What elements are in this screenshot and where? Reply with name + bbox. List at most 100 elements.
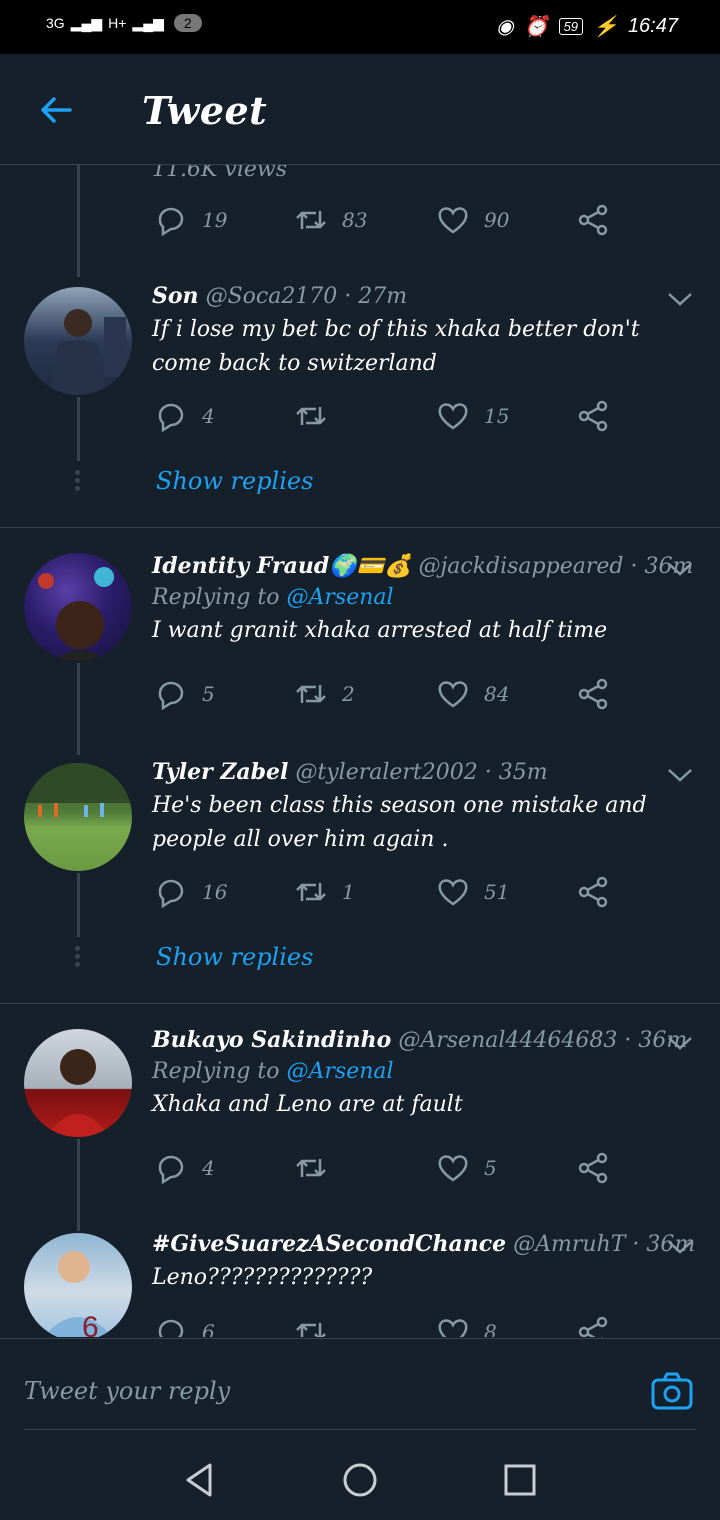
- share-button[interactable]: [576, 1151, 610, 1185]
- share-button[interactable]: [576, 203, 610, 237]
- replying-to-label: Replying to: [152, 585, 280, 610]
- replying-to-handle[interactable]: @Arsenal: [287, 585, 394, 610]
- reply-button[interactable]: 19: [154, 203, 227, 237]
- author-handle[interactable]: @Soca2170: [206, 284, 338, 309]
- author-name[interactable]: #GiveSuarezASecondChance: [152, 1231, 506, 1257]
- share-button[interactable]: [576, 1315, 610, 1337]
- reply-input[interactable]: Tweet your reply: [24, 1377, 230, 1405]
- charging-icon: ⚡: [593, 16, 618, 38]
- back-nav-icon[interactable]: [180, 1460, 220, 1500]
- share-button[interactable]: [576, 875, 610, 909]
- tweet-header: Tyler Zabel @tyleralert2002 · 35m: [152, 759, 704, 785]
- like-count: 5: [484, 1156, 497, 1180]
- like-button[interactable]: 51: [436, 875, 509, 909]
- tweet-text: If i lose my bet bc of this xhaka better…: [152, 317, 640, 376]
- recents-nav-icon[interactable]: [500, 1460, 540, 1500]
- tweet-text: Xhaka and Leno are at fault: [152, 1092, 463, 1117]
- author-handle[interactable]: @AmruhT: [513, 1232, 625, 1257]
- tweet-actions: 16 1 51: [154, 875, 624, 915]
- author-handle[interactable]: @Arsenal44464683: [398, 1028, 617, 1053]
- author-name[interactable]: Identity Fraud🌍💳💰: [152, 553, 411, 579]
- retweet-button[interactable]: [294, 1151, 342, 1185]
- like-button[interactable]: 5: [436, 1151, 497, 1185]
- tweet-actions: 5 2 84: [154, 677, 624, 717]
- thread-line: [77, 873, 80, 937]
- share-icon: [578, 678, 608, 710]
- battery-indicator: 59: [558, 18, 584, 35]
- reply-count: 16: [202, 880, 228, 904]
- replying-to-handle[interactable]: @Arsenal: [287, 1059, 394, 1084]
- retweet-button[interactable]: 2: [294, 677, 355, 711]
- reply-count: 19: [202, 208, 228, 232]
- show-replies-link[interactable]: Show replies: [156, 467, 313, 495]
- back-arrow-icon[interactable]: [36, 90, 76, 130]
- tweet-text: I want granit xhaka arrested at half tim…: [152, 618, 608, 643]
- thread-line: [77, 397, 80, 461]
- thread-line: [77, 663, 80, 755]
- reply-button[interactable]: 4: [154, 399, 215, 433]
- heart-icon: [438, 1319, 468, 1337]
- share-button[interactable]: [576, 677, 610, 711]
- share-icon: [578, 876, 608, 908]
- reply-icon: [158, 1319, 184, 1337]
- avatar[interactable]: [24, 287, 132, 395]
- chevron-down-icon[interactable]: [666, 559, 694, 579]
- reply-count: 6: [202, 1320, 215, 1337]
- retweet-button[interactable]: 83: [294, 203, 367, 237]
- share-icon: [578, 400, 608, 432]
- author-name[interactable]: Bukayo Sakindinho: [152, 1027, 391, 1053]
- reply-button[interactable]: 6: [154, 1315, 215, 1337]
- author-handle[interactable]: @tyleralert2002: [295, 760, 477, 785]
- reply-button[interactable]: 16: [154, 875, 227, 909]
- chevron-down-icon[interactable]: [666, 765, 694, 785]
- app-header: Tweet: [0, 54, 720, 165]
- status-bar: 3G ▂▄▆ H+ ▂▄▆ 2 ◉ ⏰ 59 ⚡ 16:47: [0, 0, 720, 54]
- author-name[interactable]: Son: [152, 283, 199, 309]
- signal-icon: ▂▄▆: [132, 14, 164, 31]
- reply-count: 5: [202, 682, 215, 706]
- reply-icon: [158, 403, 184, 433]
- thread-dots: [75, 467, 81, 494]
- avatar[interactable]: [24, 763, 132, 871]
- tweet-header: Bukayo Sakindinho @Arsenal44464683 · 36m: [152, 1027, 704, 1053]
- tweet-time: · 27m: [344, 284, 408, 309]
- tweet-actions: 19 83 90: [154, 203, 624, 243]
- thread-dots: [75, 943, 81, 970]
- reply-button[interactable]: 4: [154, 1151, 215, 1185]
- author-name[interactable]: Tyler Zabel: [152, 759, 288, 785]
- divider: [0, 527, 720, 528]
- camera-icon[interactable]: [650, 1371, 694, 1411]
- avatar[interactable]: [24, 553, 132, 661]
- retweet-icon: [296, 685, 326, 703]
- like-button[interactable]: 8: [436, 1315, 497, 1337]
- tweet-header: Identity Fraud🌍💳💰 @jackdisappeared · 36m: [152, 553, 704, 579]
- view-count: 11.6K views: [152, 165, 288, 182]
- tweet-header: Son @Soca2170 · 27m: [152, 283, 704, 309]
- retweet-button[interactable]: [294, 1315, 342, 1337]
- show-replies-link[interactable]: Show replies: [156, 943, 313, 971]
- share-button[interactable]: [576, 399, 610, 433]
- like-count: 15: [484, 404, 510, 428]
- home-nav-icon[interactable]: [340, 1460, 380, 1500]
- reply-button[interactable]: 5: [154, 677, 215, 711]
- chevron-down-icon[interactable]: [666, 1237, 694, 1257]
- reply-icon: [158, 1155, 184, 1185]
- divider: [0, 1003, 720, 1004]
- alarm-icon: ⏰: [523, 16, 549, 38]
- retweet-icon: [296, 1323, 326, 1337]
- chevron-down-icon[interactable]: [666, 289, 694, 309]
- like-button[interactable]: 84: [436, 677, 509, 711]
- retweet-button[interactable]: 1: [294, 875, 355, 909]
- like-count: 84: [484, 682, 510, 706]
- signal-hplus-label: H+: [108, 15, 127, 31]
- like-button[interactable]: 90: [436, 203, 509, 237]
- chevron-down-icon[interactable]: [666, 1033, 694, 1053]
- author-handle[interactable]: @jackdisappeared: [418, 554, 623, 579]
- like-count: 8: [484, 1320, 497, 1337]
- like-button[interactable]: 15: [436, 399, 509, 433]
- eye-icon: ◉: [496, 16, 514, 38]
- status-right: ◉ ⏰ 59 ⚡ 16:47: [496, 14, 678, 39]
- avatar[interactable]: 6: [24, 1233, 132, 1337]
- retweet-button[interactable]: [294, 399, 342, 433]
- avatar[interactable]: [24, 1029, 132, 1137]
